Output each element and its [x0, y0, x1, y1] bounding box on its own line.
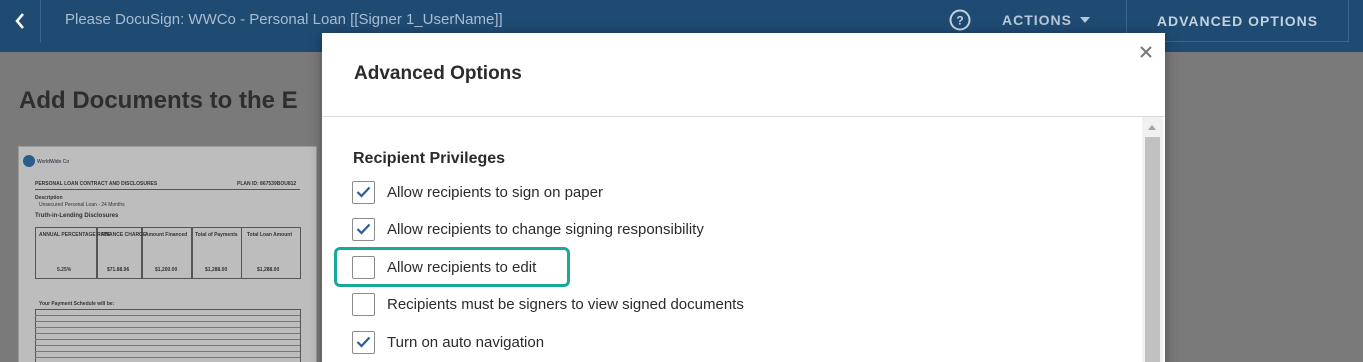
thumbnail-value: 5.25%	[57, 267, 72, 273]
help-icon[interactable]: ?	[949, 9, 971, 31]
thumbnail-logo-text: WorldWide Co	[37, 159, 70, 165]
thumbnail-rule	[35, 333, 300, 334]
back-button[interactable]	[0, 0, 40, 42]
checkbox[interactable]	[352, 292, 375, 316]
thumbnail-rule	[35, 189, 300, 190]
thumbnail-value: $71.88.96	[107, 267, 130, 273]
thumbnail-doc-title: PERSONAL LOAN CONTRACT AND DISCLOSURES	[35, 181, 158, 187]
thumbnail-description: Description	[35, 195, 63, 201]
thumbnail-rule	[35, 339, 300, 340]
thumbnail-value: $1,288.00	[257, 267, 280, 273]
thumbnail-rule	[35, 345, 300, 346]
checkmark-icon	[356, 186, 371, 198]
thumbnail-rule	[35, 357, 300, 358]
thumbnail-header: ANNUAL PERCENTAGE RATE	[39, 232, 111, 238]
close-icon[interactable]	[1138, 43, 1154, 61]
thumbnail-header: Total of Payments	[195, 232, 238, 238]
thumbnail-rule	[35, 327, 300, 328]
svg-text:?: ?	[956, 14, 963, 28]
company-logo-icon	[23, 155, 35, 167]
document-thumbnail[interactable]: WorldWide Co PERSONAL LOAN CONTRACT AND …	[18, 146, 317, 362]
thumbnail-rule	[35, 351, 300, 352]
actions-menu[interactable]: ACTIONS	[1002, 12, 1090, 28]
thumbnail-plan-id: PLAN ID: 867539BOU812	[237, 181, 297, 187]
thumbnail-header: FINANCE CHARGE	[101, 232, 147, 238]
option-label: Allow recipients to sign on paper	[387, 183, 603, 201]
advanced-options-dialog: Advanced Options Recipient Privileges Al…	[322, 33, 1165, 362]
checkmark-icon	[356, 223, 371, 235]
checkbox[interactable]	[352, 180, 375, 204]
thumbnail-header: Amount Financed	[145, 232, 188, 238]
thumbnail-schedule-heading: Your Payment Schedule will be:	[39, 301, 115, 307]
caret-down-icon	[1080, 17, 1090, 23]
chevron-left-icon	[15, 13, 24, 29]
option-label: Allow recipients to change signing respo…	[387, 220, 704, 238]
document-title: Please DocuSign: WWCo - Personal Loan [[…	[65, 11, 503, 28]
dialog-divider	[322, 116, 1165, 117]
actions-label: ACTIONS	[1002, 12, 1072, 28]
thumbnail-value: $1,288.00	[205, 267, 228, 273]
section-title-recipient-privileges: Recipient Privileges	[353, 150, 506, 167]
thumbnail-value: $1,200.00	[155, 267, 178, 273]
highlight-annotation	[334, 247, 570, 287]
option-auto-navigation[interactable]: Turn on auto navigation	[352, 330, 544, 354]
checkbox[interactable]	[352, 330, 375, 354]
thumbnail-header: Total Loan Amount	[247, 232, 292, 238]
option-sign-on-paper[interactable]: Allow recipients to sign on paper	[352, 180, 603, 204]
checkmark-icon	[356, 336, 371, 348]
thumbnail-tila-heading: Truth-in-Lending Disclosures	[35, 213, 119, 219]
thumbnail-product: Unsecured Personal Loan - 24 Months	[39, 202, 125, 208]
thumbnail-schedule-table	[35, 309, 301, 362]
checkbox[interactable]	[352, 217, 375, 241]
dialog-title: Advanced Options	[354, 63, 522, 84]
thumbnail-rule	[35, 321, 300, 322]
option-label: Recipients must be signers to view signe…	[387, 295, 744, 313]
option-signers-view-signed[interactable]: Recipients must be signers to view signe…	[352, 292, 744, 316]
thumbnail-rule	[35, 315, 300, 316]
page-heading: Add Documents to the E	[19, 87, 298, 114]
option-change-signing-responsibility[interactable]: Allow recipients to change signing respo…	[352, 217, 704, 241]
option-label: Turn on auto navigation	[387, 333, 545, 351]
scrollbar-thumb[interactable]	[1145, 137, 1160, 362]
scroll-up-arrow-icon[interactable]	[1148, 125, 1156, 130]
topbar-divider	[40, 0, 41, 42]
dialog-scrollbar[interactable]	[1142, 117, 1163, 362]
